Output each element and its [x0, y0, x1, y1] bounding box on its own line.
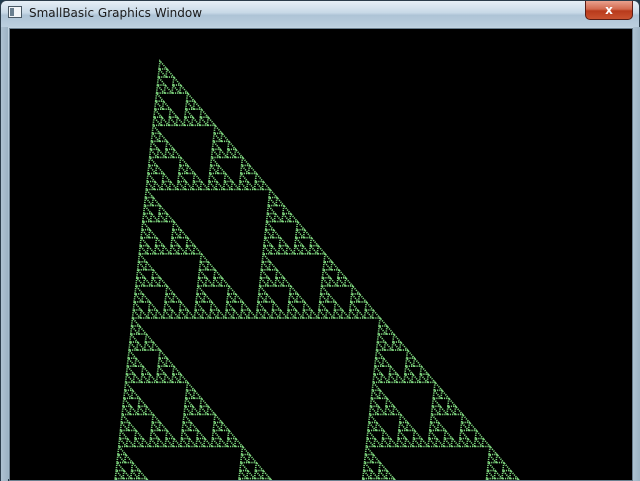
close-button[interactable]: x — [585, 1, 633, 20]
sierpinski-fractal — [114, 59, 520, 480]
graphics-window: SmallBasic Graphics Window x — [0, 0, 640, 481]
window-frame-left — [1, 27, 8, 481]
window-title: SmallBasic Graphics Window — [29, 6, 203, 20]
title-bar[interactable]: SmallBasic Graphics Window x — [1, 1, 639, 27]
fractal-triangles — [114, 59, 520, 480]
close-icon: x — [605, 3, 613, 17]
fractal-path — [114, 59, 520, 480]
window-frame-right[interactable] — [633, 27, 640, 481]
window-icon[interactable] — [8, 6, 22, 18]
graphics-canvas[interactable] — [9, 28, 633, 481]
